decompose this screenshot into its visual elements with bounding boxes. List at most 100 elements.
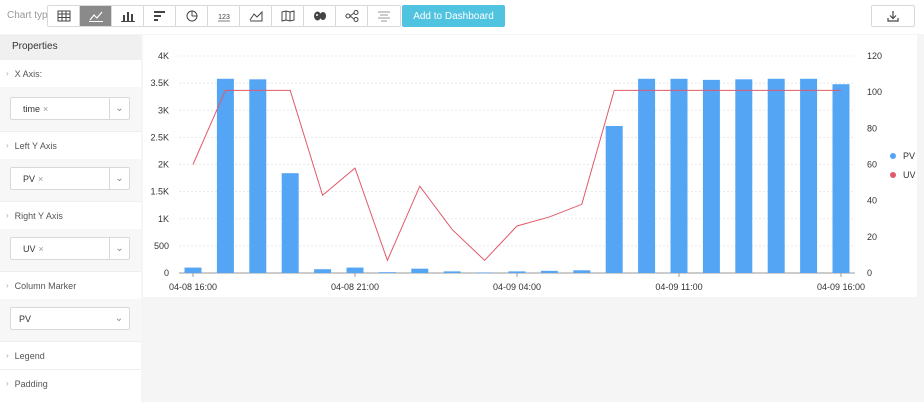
x-axis-select[interactable]: time × ⌄ [10,97,130,120]
left-y-axis-tag-label: PV [23,173,36,184]
chart-type-buttons: 123 [47,5,401,27]
chevron-down-icon[interactable]: ⌄ [109,238,129,259]
left-y-tick-label: 1K [158,214,169,224]
left-y-tick-label: 3.5K [150,78,169,88]
x-tick-label: 04-09 16:00 [817,282,865,292]
pv-bar [508,271,526,273]
download-button[interactable] [871,5,915,27]
map-chart-button[interactable] [272,6,304,26]
left-y-axis-select[interactable]: PV × ⌄ [10,167,130,190]
pv-bar [800,78,818,273]
area-chart-button[interactable] [240,6,272,26]
left-y-tick-label: 500 [154,241,169,251]
legend-item: UV [903,170,916,180]
bar-chart-button[interactable] [112,6,144,26]
x-axis-section[interactable]: › X Axis: [0,59,141,87]
x-tick-label: 04-08 21:00 [331,282,379,292]
left-y-tick-label: 0 [164,268,169,278]
right-y-axis-section[interactable]: › Right Y Axis [0,201,141,229]
chevron-right-icon: › [6,379,9,388]
toolbar: Chart type 123 Add to Dashboard [0,0,924,34]
chevron-right-icon: › [6,281,9,290]
right-y-tick-label: 0 [867,268,872,278]
pv-bar [735,79,753,273]
column-marker-select[interactable]: PV ⌄ [10,307,130,330]
pie-chart-icon [186,10,197,22]
flow-chart-button[interactable] [336,6,368,26]
pv-bar [249,79,267,273]
pv-bar [540,270,558,273]
left-y-axis-tag-remove[interactable]: × [38,174,43,184]
line-chart-button[interactable] [80,6,112,26]
column-marker-label: Column Marker [14,280,77,291]
column-marker-section[interactable]: › Column Marker [0,271,141,299]
pv-bar [476,272,494,273]
right-y-tick-label: 40 [867,196,877,206]
chevron-right-icon: › [6,141,9,150]
number-icon-text: 123 [218,14,230,21]
properties-sidebar: Properties › X Axis: time × ⌄ › Left Y Ax… [0,35,141,402]
funnel-chart-button[interactable] [368,6,400,26]
properties-header: Properties [0,35,141,59]
x-tick-label: 04-08 16:00 [169,282,217,292]
flow-icon [345,10,358,22]
x-axis-tag-label: time [23,103,41,114]
pv-bar [767,78,785,273]
pv-bar [605,125,623,273]
chevron-down-icon[interactable]: ⌄ [109,308,129,329]
pie-chart-button[interactable] [176,6,208,26]
number-icon: 123 [217,14,230,22]
table-chart-button[interactable] [48,6,80,26]
chevron-right-icon: › [6,351,9,360]
chevron-down-icon[interactable]: ⌄ [109,168,129,189]
right-y-axis-select[interactable]: UV × ⌄ [10,237,130,260]
x-axis-body: time × ⌄ [0,87,141,131]
map-icon [281,10,294,22]
left-y-tick-label: 2.5K [150,132,169,142]
column-marker-body: PV ⌄ [0,299,141,341]
right-y-tick-label: 120 [867,51,882,61]
legend-section[interactable]: › Legend [0,341,141,369]
funnel-icon [378,11,390,22]
pv-bar [443,271,461,273]
number-chart-button[interactable]: 123 [208,6,240,26]
download-icon [887,11,899,22]
legend-marker [890,153,896,159]
left-y-tick-label: 1.5K [150,187,169,197]
left-y-axis-label: Left Y Axis [14,140,57,151]
left-y-axis-tag: PV × [23,174,43,184]
left-y-axis-body: PV × ⌄ [0,159,141,201]
x-tick-label: 04-09 04:00 [493,282,541,292]
pv-bar [216,78,234,273]
right-y-tick-label: 20 [867,232,877,242]
world-map-chart-button[interactable] [304,6,336,26]
left-y-tick-label: 3K [158,105,169,115]
legend-marker [890,172,896,178]
pv-bar [832,84,850,274]
pv-bar [411,268,429,273]
padding-section[interactable]: › Padding [0,369,141,397]
left-y-axis-section[interactable]: › Left Y Axis [0,131,141,159]
padding-label: Padding [14,378,48,389]
left-y-tick-label: 2K [158,160,169,170]
horizontal-bar-icon [153,11,165,21]
chevron-down-icon[interactable]: ⌄ [109,98,129,119]
pv-bar [573,270,591,273]
pv-bar [638,78,656,273]
legend-item: PV [903,151,915,161]
world-map-icon [313,11,326,21]
chart: 0 500 1K 1.5K 2K 2.5K 3K 3.5K 4K 0 20 40 60 80 100 120 0… [150,51,916,292]
add-to-dashboard-button[interactable]: Add to Dashboard [402,5,505,27]
x-axis-tag-remove[interactable]: × [43,104,48,114]
pv-bar [670,78,688,273]
chevron-right-icon: › [6,69,9,78]
right-y-axis-tag-label: UV [23,243,36,254]
chevron-right-icon: › [6,211,9,220]
right-y-axis-body: UV × ⌄ [0,229,141,271]
right-y-axis-tag-remove[interactable]: × [39,244,44,254]
x-axis-label: X Axis: [14,68,43,79]
horizontal-bar-button[interactable] [144,6,176,26]
line-chart-icon [88,11,103,22]
table-icon [57,10,70,22]
chart-panel: 0 500 1K 1.5K 2K 2.5K 3K 3.5K 4K 0 20 40 60 80 100 120 0… [143,35,917,297]
